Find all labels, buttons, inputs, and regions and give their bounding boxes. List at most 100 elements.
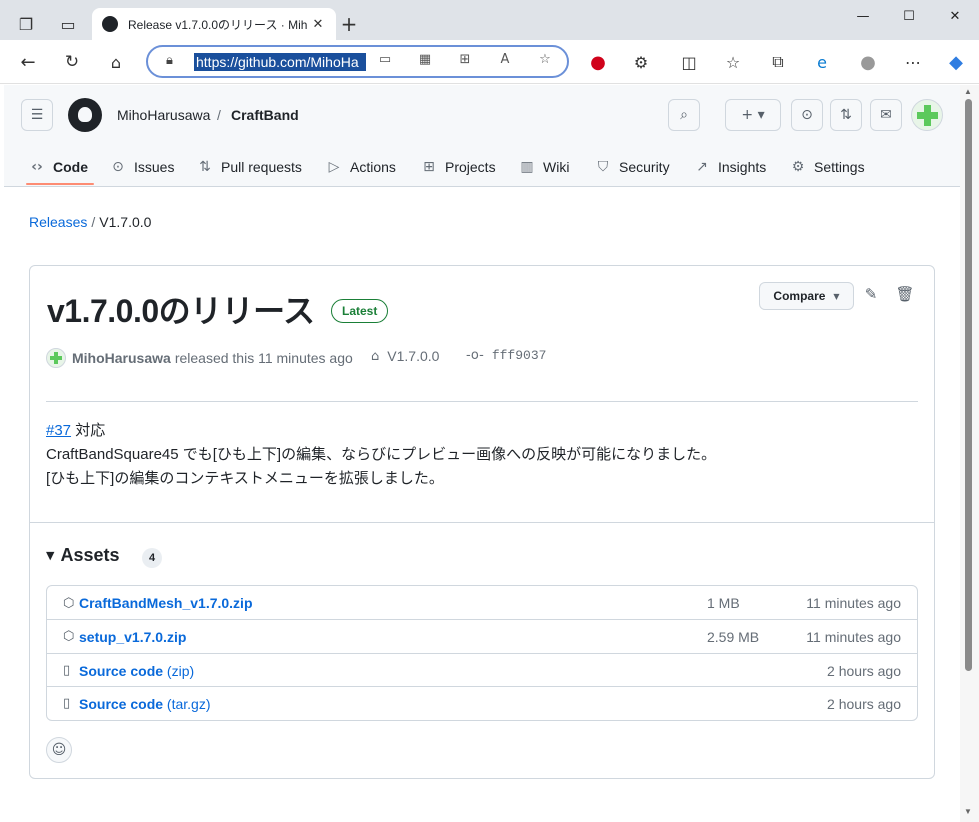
github-logo-icon[interactable]: [68, 98, 102, 132]
favorite-star-icon[interactable]: ☆: [534, 52, 556, 72]
edit-pencil-icon[interactable]: ✎: [860, 285, 882, 307]
scroll-up-icon[interactable]: ▲: [964, 87, 972, 96]
github-favicon-icon: [102, 16, 118, 32]
release-title[interactable]: v1.7.0.0のリリース: [47, 286, 315, 332]
issue-link[interactable]: #37: [46, 422, 71, 439]
asset-row: ▯ Source code (tar.gz) 2 hours ago: [47, 686, 917, 720]
tab-wiki-label: Wiki: [543, 159, 570, 175]
repo-name-link[interactable]: CraftBand: [231, 107, 299, 123]
tab-insights-label: Insights: [718, 159, 767, 175]
triangle-down-icon: ▼: [46, 549, 55, 562]
minimize-icon[interactable]: —: [840, 0, 886, 32]
collections-icon[interactable]: ⧉: [762, 46, 794, 78]
split-view-icon[interactable]: ◫: [673, 46, 705, 78]
chevron-down-icon: ▼: [833, 291, 840, 301]
tab-settings[interactable]: ⚙ Settings: [790, 147, 865, 187]
tab-security-label: Security: [619, 159, 670, 175]
address-bar[interactable]: 🔒︎ https://github.com/MihoHa ▭ ▦ ⊞ A ☆: [146, 45, 569, 78]
tab-security[interactable]: ⛉ Security: [595, 147, 670, 187]
assets-toggle[interactable]: ▼ Assets: [46, 545, 120, 566]
app-available-icon[interactable]: ▭: [374, 52, 396, 72]
workspaces-icon[interactable]: ❐: [10, 8, 42, 40]
maximize-icon[interactable]: ☐: [886, 0, 932, 32]
file-zip-icon: ▯: [63, 663, 71, 678]
author-link[interactable]: MihoHarusawa: [72, 350, 171, 366]
assets-count: 4: [142, 548, 162, 568]
breadcrumb-separator: /: [91, 214, 96, 230]
release-tag[interactable]: ⌂ V1.7.0.0: [371, 348, 439, 364]
split-screen-icon[interactable]: ⊞: [454, 52, 476, 72]
refresh-icon[interactable]: ↻: [56, 46, 88, 78]
browser-chrome: ❐ ▭ Release v1.7.0.0のリリース · MihoHa ✕ + —…: [0, 0, 979, 84]
profile-icon[interactable]: ●: [852, 46, 884, 78]
active-tab-underline: [26, 183, 94, 185]
user-avatar[interactable]: [911, 99, 943, 131]
search-icon[interactable]: ⌕: [668, 99, 700, 131]
tab-issues[interactable]: ⊙ Issues: [110, 147, 174, 187]
copilot-icon[interactable]: ◆: [940, 46, 972, 78]
shield-icon: ⛉: [597, 159, 609, 175]
extension-red-icon[interactable]: ●: [582, 46, 614, 78]
scroll-down-icon[interactable]: ▼: [964, 807, 972, 816]
tab-issues-label: Issues: [134, 159, 175, 175]
tab-settings-label: Settings: [814, 159, 865, 175]
asset-link[interactable]: Source code (zip): [79, 663, 194, 679]
home-icon[interactable]: ⌂: [100, 46, 132, 78]
commit-icon: -o-: [466, 348, 484, 363]
asset-link[interactable]: Source code (tar.gz): [79, 696, 211, 712]
asset-size: 1 MB: [707, 595, 740, 611]
window-close-icon[interactable]: ✕: [932, 0, 978, 32]
qr-icon[interactable]: ▦: [414, 52, 436, 72]
edge-icon[interactable]: e: [806, 46, 838, 78]
browser-tab-active[interactable]: Release v1.7.0.0のリリース · MihoHa ✕: [92, 8, 336, 40]
vertical-tabs-icon[interactable]: ▭: [52, 8, 84, 40]
hamburger-menu-icon[interactable]: ☰: [21, 99, 53, 131]
delete-trash-icon[interactable]: 🗑︎: [894, 285, 916, 307]
notes-line3: [ひも上下]の編集のコンテキストメニューを拡張しました。: [46, 470, 444, 487]
tab-code[interactable]: ‹› Code: [29, 147, 88, 187]
release-commit[interactable]: -o- fff9037: [466, 348, 546, 363]
divider: [46, 401, 918, 402]
package-icon: ⬡: [63, 595, 75, 611]
lock-icon[interactable]: 🔒︎: [166, 53, 173, 68]
tab-actions[interactable]: ▷ Actions: [326, 147, 396, 187]
asset-link[interactable]: CraftBandMesh_v1.7.0.zip: [79, 595, 253, 611]
file-zip-icon: ▯: [63, 696, 71, 711]
issues-icon[interactable]: ⊙: [791, 99, 823, 131]
repo-nav: ‹› Code ⊙ Issues ⇅ Pull requests ▷ Actio…: [4, 147, 960, 187]
tab-insights[interactable]: ↗ Insights: [694, 147, 766, 187]
pull-requests-icon[interactable]: ⇅: [830, 99, 862, 131]
tab-projects[interactable]: ⊞ Projects: [421, 147, 495, 187]
tab-strip: ❐ ▭ Release v1.7.0.0のリリース · MihoHa ✕ + —…: [0, 0, 979, 40]
tab-pull-requests[interactable]: ⇅ Pull requests: [197, 147, 302, 187]
url-text[interactable]: https://github.com/MihoHa: [194, 53, 366, 71]
book-icon: ▥: [520, 159, 534, 175]
create-new-button[interactable]: + ▾: [725, 99, 781, 131]
repo-path-separator: /: [217, 107, 221, 123]
latest-badge: Latest: [331, 299, 389, 323]
graph-icon: ↗: [696, 159, 708, 175]
favorites-icon[interactable]: ☆: [717, 46, 749, 78]
browser-toolbar: ← ↻ ⌂ 🔒︎ https://github.com/MihoHa ▭ ▦ ⊞…: [0, 40, 979, 84]
page-scrollbar[interactable]: ▲ ▼: [960, 85, 979, 822]
extensions-icon[interactable]: ⚙: [625, 46, 657, 78]
author-avatar[interactable]: [46, 348, 66, 368]
release-author-meta: MihoHarusawa released this 11 minutes ag…: [46, 348, 353, 368]
compare-button[interactable]: Compare ▼: [759, 282, 854, 310]
more-menu-icon[interactable]: ⋯: [897, 46, 929, 78]
pull-request-icon: ⇅: [199, 159, 211, 175]
tab-wiki[interactable]: ▥ Wiki: [519, 147, 569, 187]
inbox-icon[interactable]: ✉: [870, 99, 902, 131]
commit-hash: fff9037: [491, 348, 547, 363]
repo-header: ☰ MihoHarusawa / CraftBand ⌕ + ▾ ⊙ ⇅ ✉ ‹…: [4, 85, 960, 187]
asset-link[interactable]: setup_v1.7.0.zip: [79, 629, 186, 645]
read-aloud-icon[interactable]: A: [494, 52, 516, 72]
back-icon[interactable]: ←: [12, 46, 44, 78]
releases-link[interactable]: Releases: [29, 214, 87, 230]
scrollbar-thumb[interactable]: [965, 99, 972, 671]
asset-row: ⬡ CraftBandMesh_v1.7.0.zip 1 MB 11 minut…: [47, 586, 917, 620]
new-tab-icon[interactable]: +: [333, 8, 365, 40]
repo-owner-link[interactable]: MihoHarusawa: [117, 107, 210, 123]
smiley-reaction-icon[interactable]: ☺: [46, 737, 72, 763]
close-tab-icon[interactable]: ✕: [308, 17, 328, 32]
